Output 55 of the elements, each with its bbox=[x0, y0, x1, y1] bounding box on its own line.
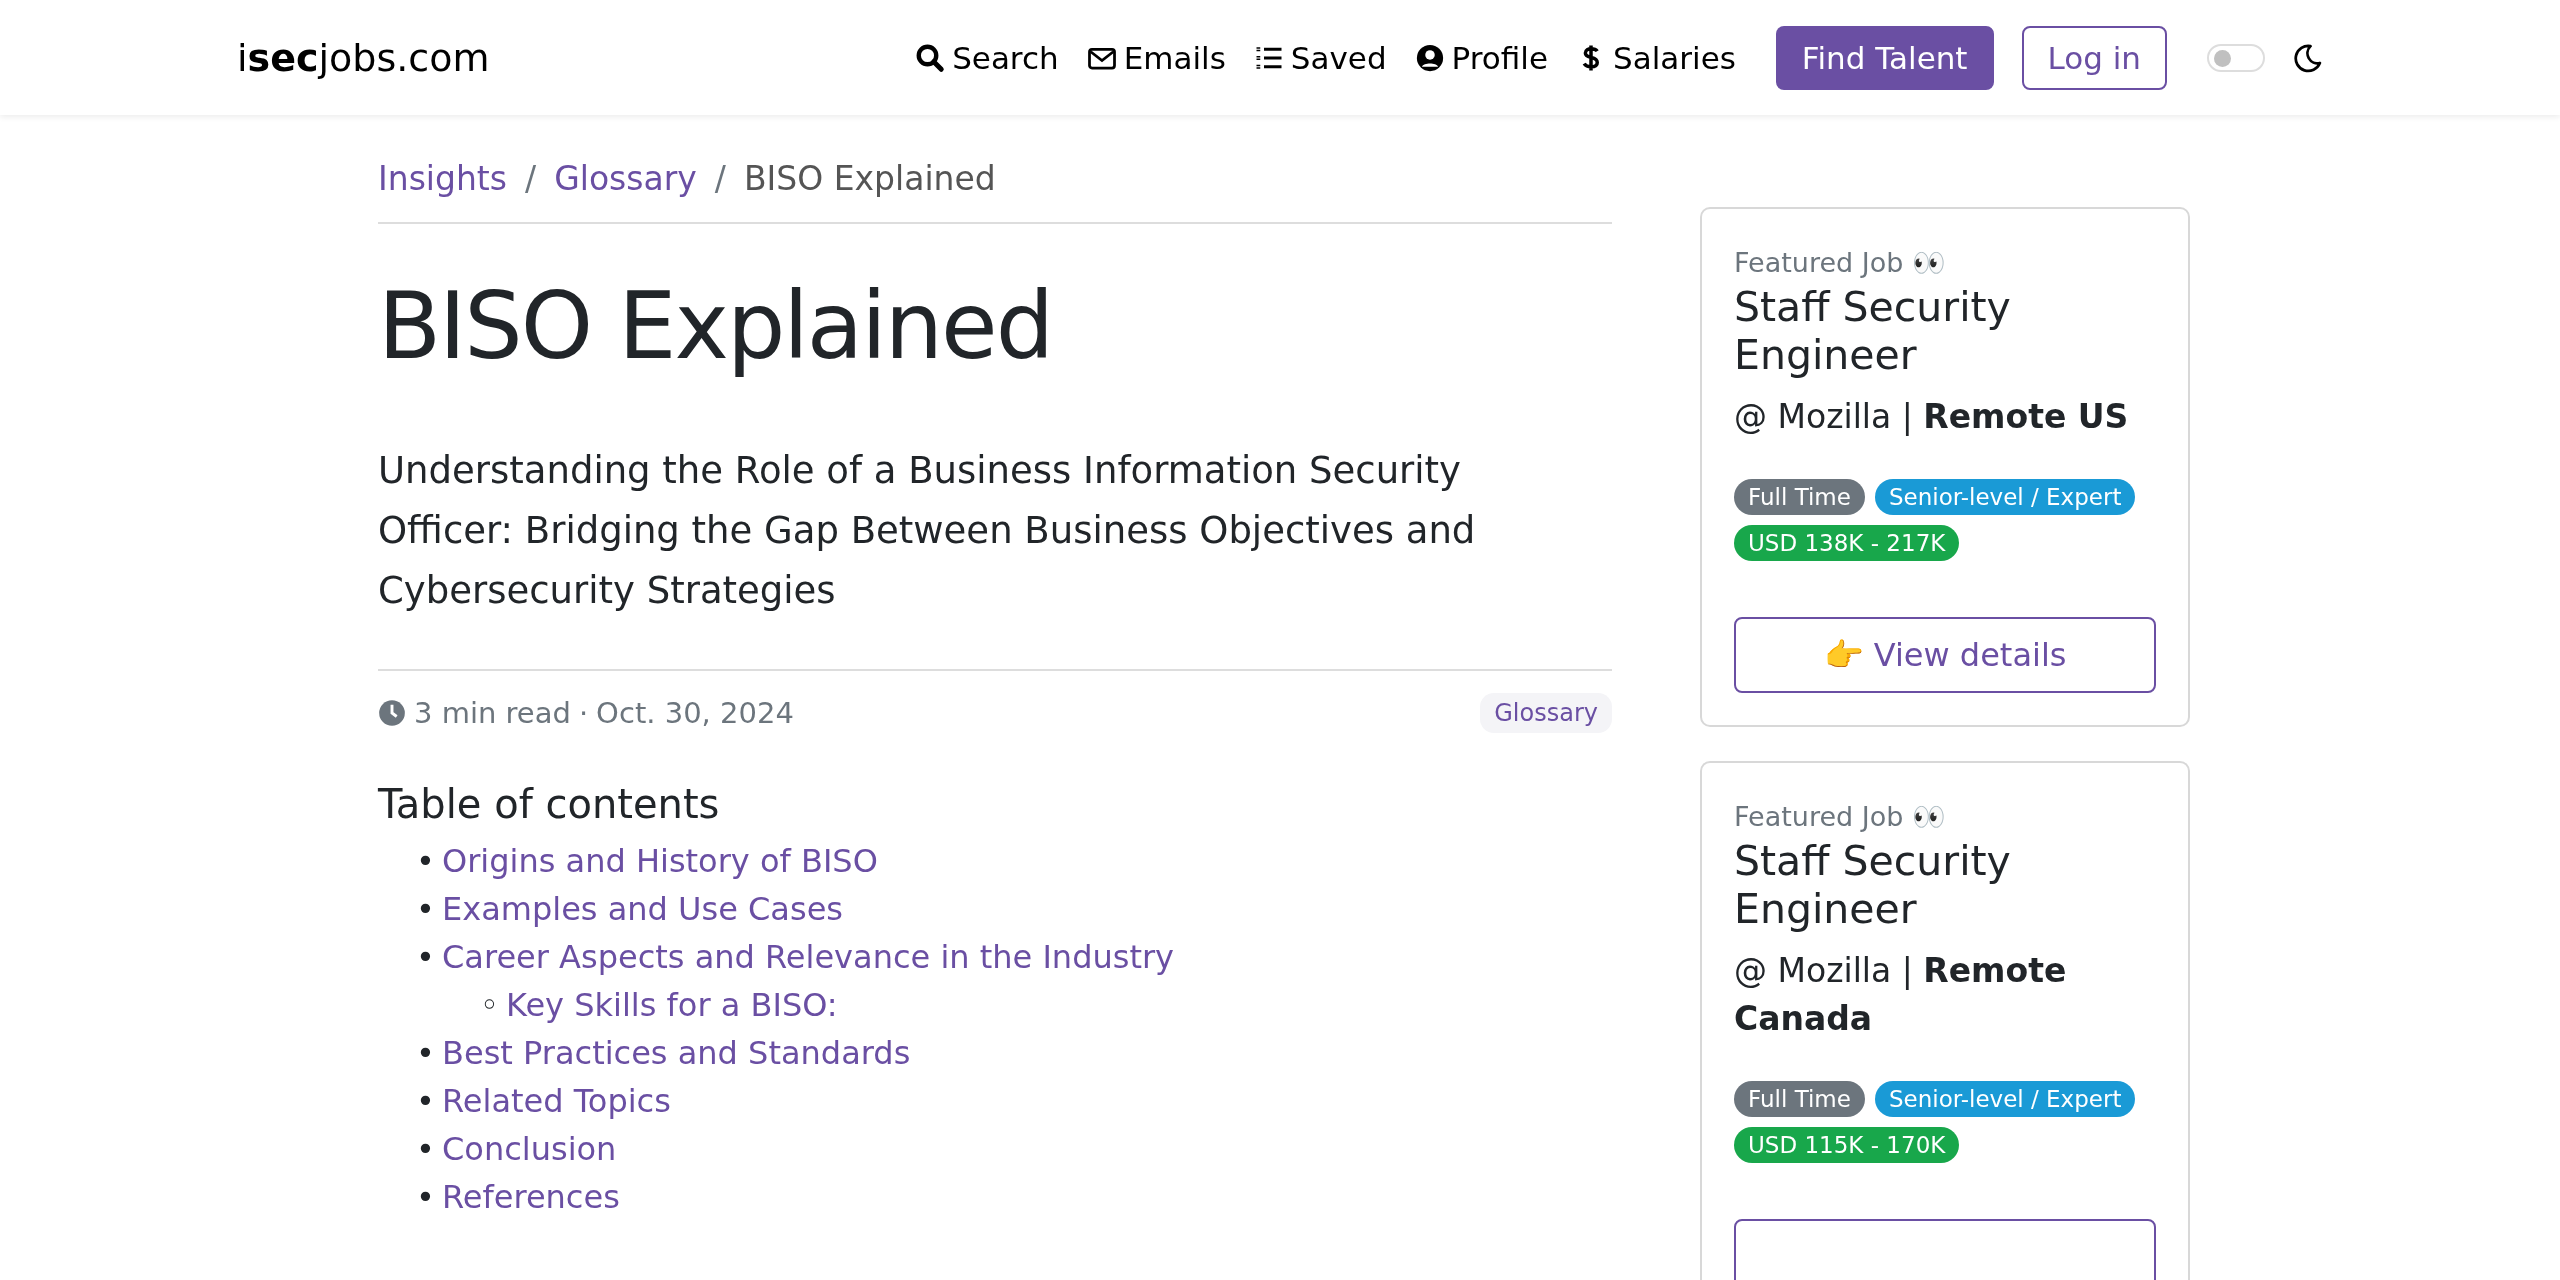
list-bullet: • bbox=[416, 889, 436, 931]
toc-link[interactable]: Origins and History of BISO bbox=[442, 837, 878, 886]
category-tag[interactable]: Glossary bbox=[1480, 693, 1612, 734]
job-badge: Senior-level / Expert bbox=[1874, 479, 2136, 515]
clock-icon bbox=[378, 699, 406, 728]
view-details-button[interactable]: 👉 View details bbox=[1734, 617, 2156, 693]
job-badge: Full Time bbox=[1734, 479, 1865, 515]
job-badge: Full Time bbox=[1734, 1081, 1865, 1117]
job-badge: Senior-level / Expert bbox=[1874, 1081, 2136, 1117]
nav-link[interactable]: Salaries bbox=[1576, 39, 1736, 76]
toc-link[interactable]: References bbox=[442, 1173, 620, 1222]
user-circle-icon bbox=[1414, 42, 1445, 73]
toc-link[interactable]: Examples and Use Cases bbox=[442, 885, 843, 934]
read-time: 3 min read bbox=[414, 696, 571, 731]
list-bullet: • bbox=[416, 1033, 436, 1075]
article-subtitle: Understanding the Role of a Business Information Security Officer: Bridging the Gap Between Business Objectives and Cybersecurity Strategies bbox=[378, 448, 1477, 615]
moon-icon[interactable] bbox=[2293, 42, 2323, 73]
toc-link[interactable]: Related Topics bbox=[442, 1077, 671, 1126]
dark-mode-toggle[interactable] bbox=[2207, 43, 2265, 72]
meta-separator: · bbox=[578, 696, 589, 731]
featured-label: Featured Job 👀 bbox=[1734, 801, 1947, 833]
nav-link[interactable]: Search bbox=[915, 39, 1059, 76]
breadcrumb-separator: / bbox=[714, 159, 726, 198]
list-bullet: • bbox=[416, 1129, 436, 1171]
featured-label: Featured Job 👀 bbox=[1734, 247, 1947, 279]
breadcrumb-separator: / bbox=[525, 159, 537, 198]
breadcrumb-current: BISO Explained bbox=[743, 159, 996, 198]
toc-heading: Table of contents bbox=[378, 781, 721, 828]
toc-link[interactable]: Career Aspects and Relevance in the Industry bbox=[442, 933, 1175, 982]
job-badge: USD 138K - 217K bbox=[1734, 525, 1960, 561]
toc-link[interactable]: Conclusion bbox=[442, 1125, 617, 1174]
job-company-location: @ Mozilla | Remote US bbox=[1734, 396, 2130, 438]
search-icon bbox=[915, 42, 946, 73]
view-details-button[interactable] bbox=[1734, 1219, 2156, 1280]
list-bullet: • bbox=[416, 1081, 436, 1123]
job-badge: USD 115K - 170K bbox=[1734, 1127, 1960, 1163]
toc-link[interactable]: Best Practices and Standards bbox=[442, 1029, 911, 1078]
list-bullet: • bbox=[416, 1177, 436, 1219]
nav-link[interactable]: Profile bbox=[1414, 39, 1548, 76]
job-title: Staff Security Engineer bbox=[1734, 283, 2012, 379]
toc-link[interactable]: Key Skills for a BISO: bbox=[506, 981, 838, 1030]
job-company-location: @ Mozilla | Remote Canada bbox=[1734, 950, 2068, 1040]
job-title: Staff Security Engineer bbox=[1734, 837, 2012, 933]
login-button[interactable]: Log in bbox=[2021, 25, 2167, 90]
list-bullet: • bbox=[416, 841, 436, 883]
nav-link[interactable]: Saved bbox=[1253, 39, 1387, 76]
list-bullet: ◦ bbox=[480, 985, 500, 1027]
list-bullet: • bbox=[416, 937, 436, 979]
publish-date: Oct. 30, 2024 bbox=[596, 696, 794, 731]
article-title: BISO Explained bbox=[378, 276, 1054, 378]
breadcrumb-link[interactable]: Glossary bbox=[554, 159, 697, 198]
nav-link[interactable]: Emails bbox=[1086, 39, 1226, 76]
site-logo[interactable]: isecjobs.com bbox=[237, 35, 490, 80]
find-talent-button[interactable]: Find Talent bbox=[1775, 25, 1994, 90]
breadcrumb-link[interactable]: Insights bbox=[378, 159, 507, 198]
